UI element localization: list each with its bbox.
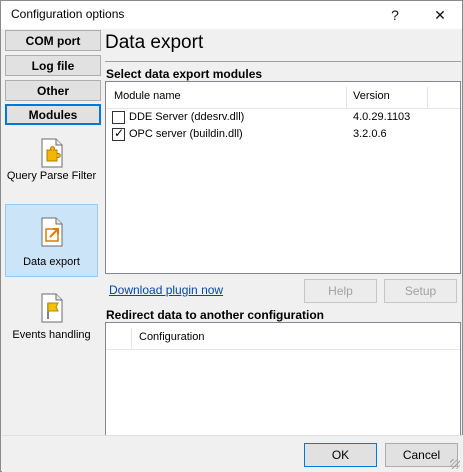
side-item-label: Events handling: [12, 329, 91, 341]
redirect-group-label: Redirect data to another configuration: [106, 308, 325, 322]
ok-button[interactable]: OK: [304, 443, 377, 467]
column-module-name[interactable]: Module name: [114, 90, 181, 102]
modules-list-header: Module name Version: [106, 87, 460, 109]
close-button[interactable]: ✕: [418, 1, 462, 29]
resize-grip-icon[interactable]: [450, 459, 460, 469]
module-checkbox[interactable]: [112, 111, 125, 124]
nav-button-log-file[interactable]: Log file: [5, 55, 101, 76]
module-row-dde[interactable]: DDE Server (ddesrv.dll) 4.0.29.1103: [106, 109, 460, 126]
side-item-data-export[interactable]: Data export: [5, 204, 98, 277]
module-checkbox[interactable]: ✓: [112, 126, 125, 141]
redirect-list-header: Configuration: [106, 328, 460, 350]
module-version: 4.0.29.1103: [353, 111, 411, 123]
help-title-button[interactable]: ?: [373, 1, 417, 29]
side-item-label: Data export: [23, 256, 80, 268]
column-version[interactable]: Version: [353, 90, 390, 102]
configuration-window: Configuration options ? ✕ COM port Log f…: [0, 0, 463, 472]
module-row-opc[interactable]: ✓ OPC server (buildin.dll) 3.2.0.6: [106, 126, 460, 143]
side-item-events-handling[interactable]: Events handling: [5, 291, 98, 345]
export-document-icon: [41, 217, 62, 247]
column-separator: [427, 87, 428, 109]
modules-group-label: Select data export modules: [106, 67, 263, 81]
side-item-label: Query Parse Filter: [6, 170, 97, 182]
download-plugin-link[interactable]: Download plugin now: [109, 283, 223, 297]
flag-document-icon: [41, 293, 62, 323]
page-title: Data export: [105, 32, 204, 53]
column-configuration[interactable]: Configuration: [139, 331, 204, 343]
redirect-list[interactable]: Configuration: [105, 322, 461, 436]
title-divider: [105, 61, 461, 62]
column-separator: [346, 87, 347, 109]
title-bar[interactable]: Configuration options ? ✕: [1, 1, 462, 29]
module-version: 3.2.0.6: [353, 128, 387, 140]
window-title: Configuration options: [11, 7, 125, 21]
help-button[interactable]: Help: [304, 279, 377, 303]
main-panel: Data export Select data export modules M…: [105, 30, 463, 436]
cancel-button[interactable]: Cancel: [385, 443, 458, 467]
modules-list[interactable]: Module name Version DDE Server (ddesrv.d…: [105, 81, 461, 274]
nav-button-modules[interactable]: Modules: [5, 104, 101, 125]
module-name: OPC server (buildin.dll): [129, 128, 243, 140]
column-separator: [131, 328, 132, 350]
module-name: DDE Server (ddesrv.dll): [129, 111, 245, 123]
puzzle-document-icon: [41, 138, 62, 168]
nav-button-other[interactable]: Other: [5, 80, 101, 101]
side-item-query-parse-filter[interactable]: Query Parse Filter: [5, 134, 98, 202]
nav-button-com-port[interactable]: COM port: [5, 30, 101, 51]
check-icon: ✓: [114, 126, 125, 140]
dialog-footer: OK Cancel: [2, 435, 463, 472]
setup-button[interactable]: Setup: [384, 279, 457, 303]
